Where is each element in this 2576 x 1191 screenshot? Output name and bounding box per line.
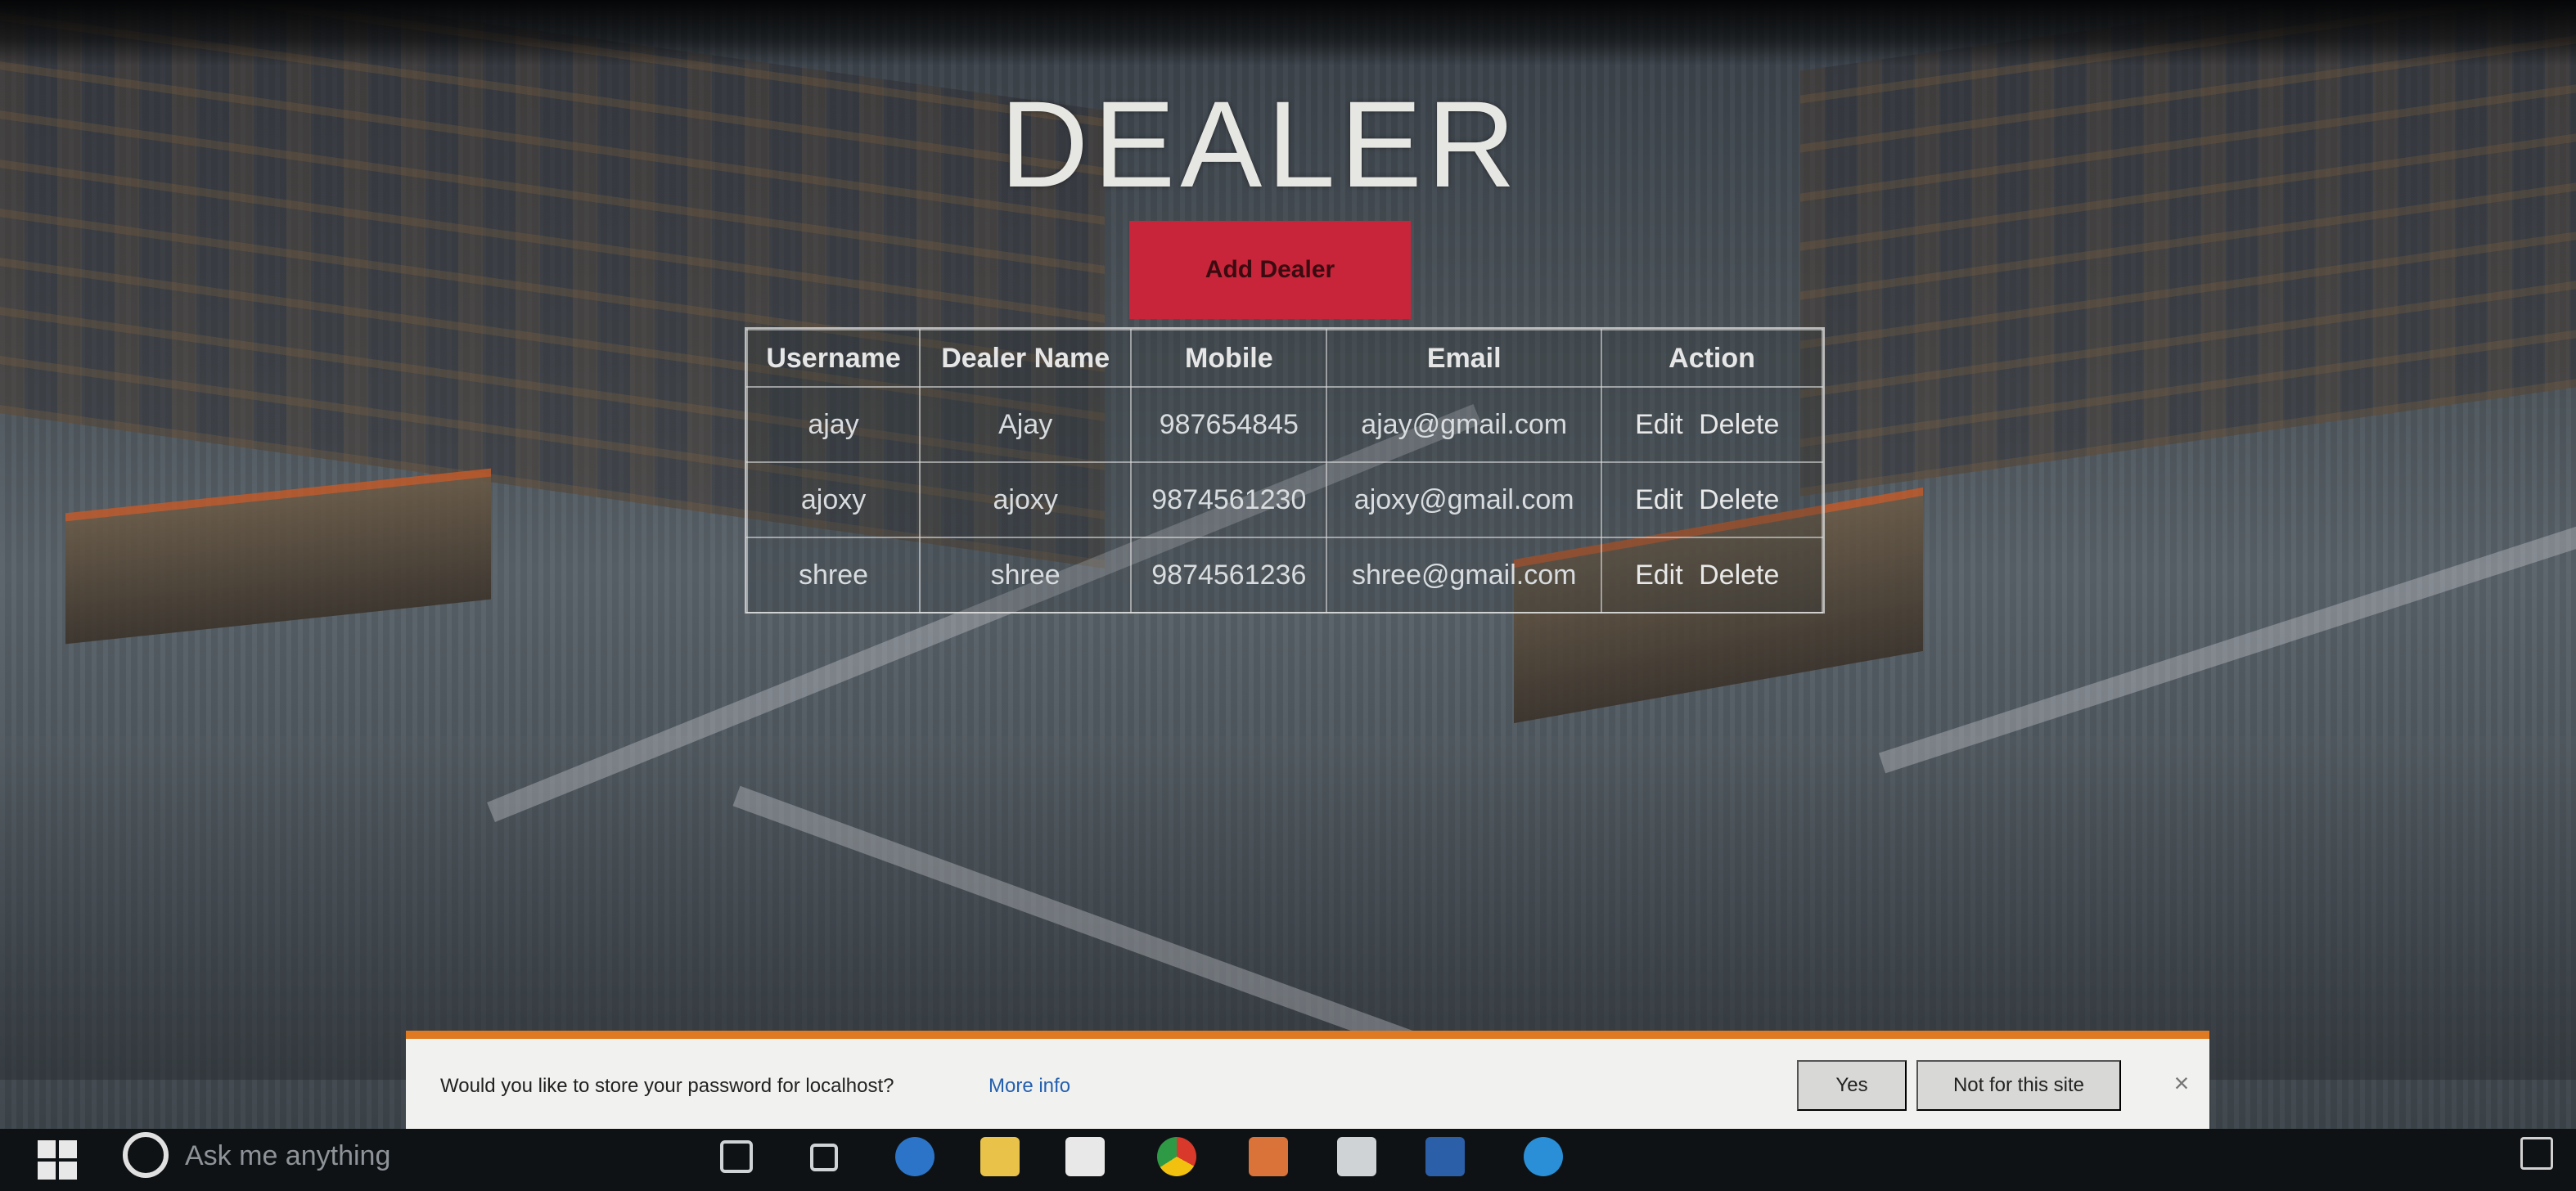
cell-dealer-name: Ajay (919, 386, 1133, 463)
cell-mobile: 987654845 (1130, 386, 1328, 463)
box-icon[interactable] (1337, 1137, 1376, 1176)
save-password-message: Would you like to store your password fo… (440, 1075, 894, 1097)
page-title: DEALER (999, 75, 1521, 213)
column-header-dealer-name: Dealer Name (919, 329, 1133, 388)
edit-link[interactable]: Edit (1635, 484, 1683, 515)
app-icon[interactable] (1249, 1137, 1288, 1176)
start-tile (59, 1140, 77, 1158)
column-header-mobile: Mobile (1130, 329, 1328, 388)
start-tile (38, 1140, 56, 1158)
taskbar: Ask me anything (0, 1129, 2576, 1191)
cell-action: Edit Delete (1601, 537, 1823, 613)
edit-link[interactable]: Edit (1635, 409, 1683, 440)
start-tile (59, 1162, 77, 1180)
task-view-icon[interactable] (720, 1140, 753, 1173)
table-row: shree shree 9874561236 shree@gmail.com E… (745, 537, 1823, 613)
task-view-icon[interactable] (810, 1144, 838, 1171)
word-icon[interactable] (1425, 1137, 1465, 1176)
shelf-right (1800, 0, 2576, 497)
cell-username: ajay (745, 386, 921, 463)
table-header-row: Username Dealer Name Mobile Email Action (745, 329, 1823, 388)
delete-link[interactable]: Delete (1699, 560, 1779, 591)
file-explorer-icon[interactable] (980, 1137, 1020, 1176)
column-header-action: Action (1601, 329, 1823, 388)
cell-dealer-name: shree (919, 537, 1133, 613)
floor (0, 736, 2576, 1080)
cell-mobile: 9874561230 (1130, 461, 1328, 538)
cell-action: Edit Delete (1601, 386, 1823, 463)
cortana-icon[interactable] (123, 1132, 169, 1178)
edit-link[interactable]: Edit (1635, 560, 1683, 591)
chrome-icon[interactable] (1157, 1137, 1196, 1176)
windows-start-icon[interactable] (33, 1135, 82, 1184)
close-icon[interactable]: × (2165, 1067, 2198, 1099)
cell-email: ajoxy@gmail.com (1326, 461, 1603, 538)
delete-link[interactable]: Delete (1699, 484, 1779, 515)
store-icon[interactable] (1065, 1137, 1105, 1176)
table-row: ajay Ajay 987654845 ajay@gmail.com Edit … (745, 386, 1823, 463)
add-dealer-button[interactable]: Add Dealer (1129, 221, 1411, 319)
cell-username: shree (745, 537, 921, 613)
pallet-left (65, 468, 491, 645)
monitor-bezel (0, 0, 2576, 65)
cell-action: Edit Delete (1601, 461, 1823, 538)
column-header-email: Email (1326, 329, 1603, 388)
more-info-link[interactable]: More info (989, 1075, 1070, 1098)
delete-link[interactable]: Delete (1699, 409, 1779, 440)
internet-explorer-icon[interactable] (1524, 1137, 1563, 1176)
dealer-table: Username Dealer Name Mobile Email Action… (745, 327, 1825, 613)
save-password-bar: Would you like to store your password fo… (406, 1031, 2209, 1129)
cell-email: shree@gmail.com (1326, 537, 1603, 613)
action-center-icon[interactable] (2520, 1137, 2553, 1170)
cell-email: ajay@gmail.com (1326, 386, 1603, 463)
taskbar-search-input[interactable]: Ask me anything (185, 1140, 390, 1172)
cell-dealer-name: ajoxy (919, 461, 1133, 538)
not-for-this-site-button[interactable]: Not for this site (1916, 1060, 2121, 1111)
cell-mobile: 9874561236 (1130, 537, 1328, 613)
start-tile (38, 1162, 56, 1180)
save-password-yes-button[interactable]: Yes (1797, 1060, 1907, 1111)
column-header-username: Username (745, 329, 921, 388)
cell-username: ajoxy (745, 461, 921, 538)
edge-icon[interactable] (895, 1137, 934, 1176)
table-row: ajoxy ajoxy 9874561230 ajoxy@gmail.com E… (745, 461, 1823, 538)
